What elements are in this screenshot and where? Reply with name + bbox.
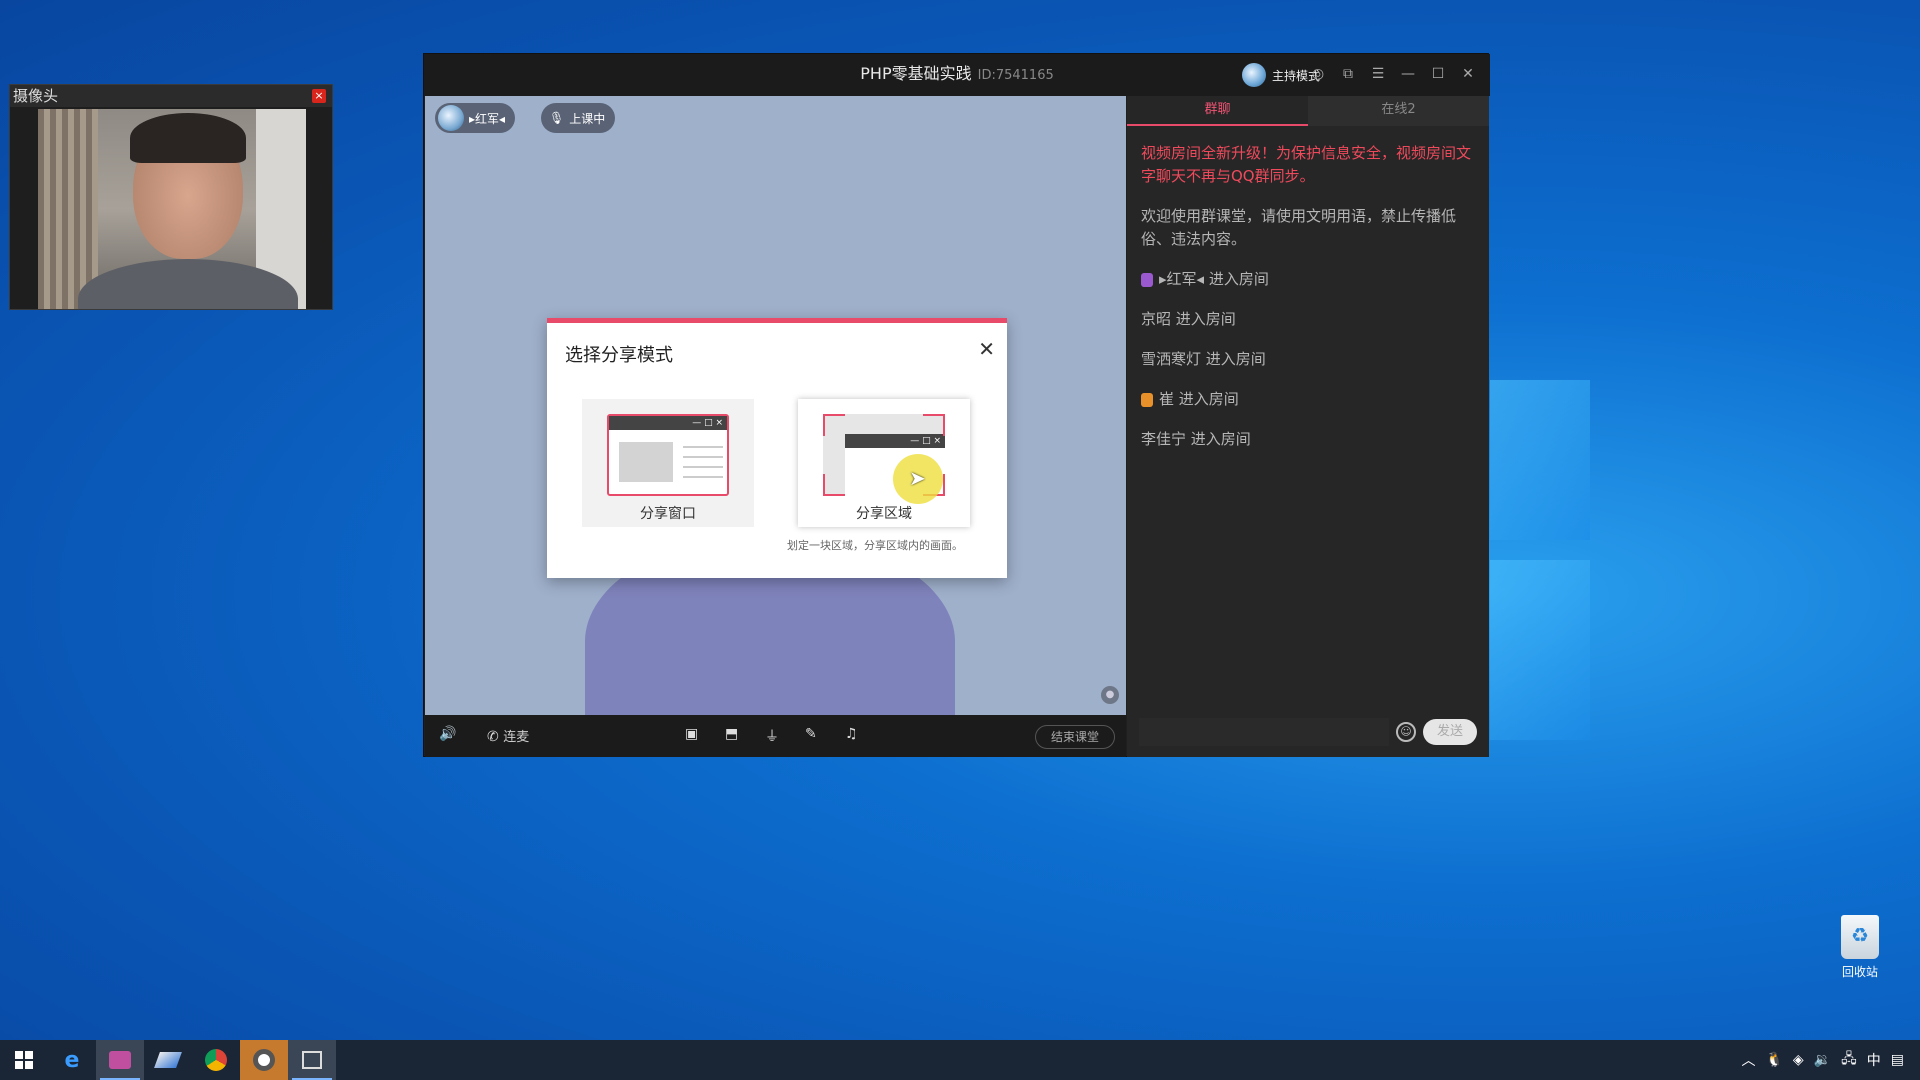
- camera-toggle-icon[interactable]: ▣: [685, 726, 698, 742]
- mouse-cursor-icon: ➤: [909, 466, 926, 490]
- classroom-window: PHP零基础实践 ID:7541165 主持模式 ◎ ⧉ ☰ — ☐ ✕ ▸红军◂…: [423, 53, 1490, 757]
- popout-icon[interactable]: ⧉: [1338, 64, 1358, 84]
- chrome-browser-icon[interactable]: [192, 1040, 240, 1080]
- taskbar: e ︿ 🐧 ◈ 🔉 🖧 中 ▤: [0, 1040, 1920, 1080]
- list-item: 崔 进入房间: [1141, 388, 1475, 411]
- video-stage: ▸红军◂ 🎙 上课中 ● 选择分享模式 ✕ — □ × 分享窗口 — □ × ➤…: [425, 96, 1126, 715]
- camera-close-button[interactable]: ×: [312, 89, 326, 103]
- tray-app-icon[interactable]: ◈: [1793, 1052, 1804, 1068]
- speaker-icon[interactable]: 🔉: [1814, 1052, 1831, 1068]
- start-button[interactable]: [0, 1040, 48, 1080]
- live-status-label: 上课中: [569, 111, 606, 126]
- screen-share-icon[interactable]: ⬒: [725, 726, 738, 742]
- menu-icon[interactable]: ☰: [1368, 64, 1388, 84]
- whiteboard-icon[interactable]: ✎: [805, 726, 817, 742]
- upgrade-notice: 视频房间全新升级！为保护信息安全，视频房间文字聊天不再与QQ群同步。: [1141, 144, 1472, 185]
- ime-indicator[interactable]: 中: [1867, 1050, 1881, 1070]
- recycle-bin-icon: [1841, 915, 1879, 959]
- windows-start-icon: [15, 1051, 33, 1069]
- volume-icon[interactable]: 🔊: [439, 726, 456, 742]
- list-item: ▸红军◂ 进入房间: [1141, 268, 1475, 291]
- draw-app-icon[interactable]: [144, 1040, 192, 1080]
- music-icon[interactable]: ♫: [845, 726, 858, 742]
- welcome-message: 欢迎使用群课堂，请使用文明用语，禁止传播低俗、违法内容。: [1141, 207, 1457, 248]
- dialog-close-icon[interactable]: ✕: [978, 337, 995, 361]
- tab-online[interactable]: 在线2: [1308, 96, 1489, 126]
- mute-mic-icon[interactable]: ⏚: [765, 726, 779, 746]
- list-item: 李佳宁 进入房间: [1141, 430, 1251, 448]
- window-titlebar[interactable]: PHP零基础实践 ID:7541165 主持模式 ◎ ⧉ ☰ — ☐ ✕: [424, 54, 1490, 96]
- edge-browser-icon[interactable]: e: [48, 1040, 96, 1080]
- call-label: 连麦: [503, 730, 530, 745]
- camera-app-icon[interactable]: [288, 1040, 336, 1080]
- notification-icon[interactable]: ▤: [1891, 1052, 1904, 1068]
- recycle-bin-label: 回收站: [1841, 965, 1878, 979]
- recycle-bin-desktop-icon[interactable]: 回收站: [1830, 915, 1890, 980]
- share-area-label: 分享区域: [856, 506, 912, 522]
- live-status-chip: 🎙 上课中: [541, 103, 616, 133]
- share-area-hint: 划定一块区域，分享区域内的画面。: [787, 539, 963, 552]
- mic-icon: 🎙: [549, 111, 565, 125]
- qq-tray-icon[interactable]: 🐧: [1765, 1052, 1782, 1068]
- stage-mic-icon[interactable]: ●: [1101, 686, 1119, 704]
- bottom-toolbar: 🔊 ✆ 连麦 ▣ ⬒ ⏚ ✎ ♫ 结束课堂: [425, 715, 1126, 757]
- chat-panel: 群聊 在线2 视频房间全新升级！为保护信息安全，视频房间文字聊天不再与QQ群同步…: [1127, 96, 1489, 757]
- share-window-option[interactable]: — □ × 分享窗口: [582, 399, 754, 527]
- camera-title: 摄像头: [13, 87, 59, 105]
- send-button[interactable]: 发送: [1423, 719, 1477, 745]
- member-badge-icon: [1141, 272, 1153, 287]
- share-window-label: 分享窗口: [640, 506, 696, 522]
- list-item: 雪洒寒灯 进入房间: [1141, 350, 1266, 368]
- tab-group-chat[interactable]: 群聊: [1127, 96, 1308, 126]
- classroom-app-icon[interactable]: [240, 1040, 288, 1080]
- chat-tabs: 群聊 在线2: [1127, 96, 1489, 126]
- room-id: ID:7541165: [977, 68, 1054, 83]
- share-mode-dialog: 选择分享模式 ✕ — □ × 分享窗口 — □ × ➤ 分享区域 划定一块区域，…: [547, 318, 1007, 578]
- windows-logo-wallpaper: [1490, 380, 1850, 740]
- camera-preview-window[interactable]: 摄像头 ×: [9, 84, 333, 310]
- call-button[interactable]: ✆ 连麦: [487, 726, 529, 745]
- chat-input[interactable]: [1139, 718, 1389, 746]
- area-share-illustration: — □ × ➤: [823, 414, 945, 504]
- window-share-illustration: — □ ×: [607, 414, 729, 496]
- camera-titlebar[interactable]: 摄像头 ×: [10, 85, 332, 107]
- member-badge-icon: [1141, 392, 1153, 407]
- host-avatar: [1241, 63, 1266, 87]
- teacher-name: ▸红军◂: [469, 111, 506, 126]
- minimize-icon[interactable]: —: [1398, 64, 1418, 84]
- chat-messages: 视频房间全新升级！为保护信息安全，视频房间文字聊天不再与QQ群同步。 欢迎使用群…: [1127, 126, 1489, 484]
- settings-icon[interactable]: ◎: [1308, 64, 1328, 84]
- camera-video: [38, 109, 306, 309]
- end-class-button[interactable]: 结束课堂: [1035, 725, 1115, 749]
- system-tray: ︿ 🐧 ◈ 🔉 🖧 中 ▤: [1741, 1040, 1920, 1080]
- maximize-icon[interactable]: ☐: [1428, 64, 1448, 84]
- dialog-title: 选择分享模式: [565, 345, 673, 366]
- teacher-avatar: [438, 105, 464, 131]
- network-icon[interactable]: 🖧: [1841, 1048, 1857, 1072]
- teacher-chip[interactable]: ▸红军◂: [435, 103, 516, 133]
- teams-app-icon[interactable]: [96, 1040, 144, 1080]
- list-item: 京昭 进入房间: [1141, 310, 1236, 328]
- share-area-option[interactable]: — □ × ➤ 分享区域: [798, 399, 970, 527]
- emoji-icon[interactable]: ☺: [1396, 722, 1416, 742]
- phone-icon: ✆: [487, 729, 499, 745]
- chevron-up-icon[interactable]: ︿: [1741, 1050, 1755, 1070]
- close-icon[interactable]: ✕: [1458, 64, 1478, 84]
